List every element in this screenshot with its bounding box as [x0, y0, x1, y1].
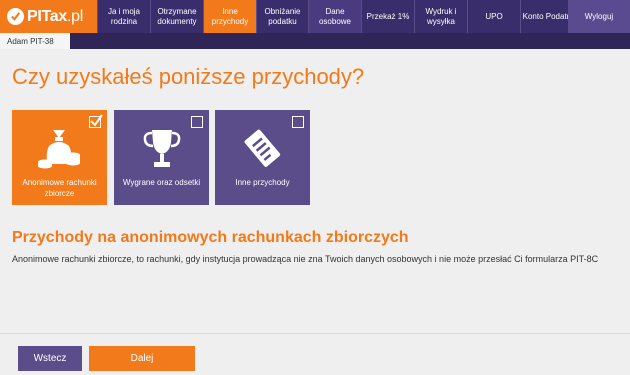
document-icon	[215, 124, 310, 174]
nav-item[interactable]: Wydruk i wysyłka	[414, 0, 467, 33]
nav-item[interactable]: UPO	[467, 0, 520, 33]
logout-button[interactable]: Wyloguj	[568, 0, 630, 33]
nav-item[interactable]: Obniżanie podatku	[256, 0, 308, 33]
tab-adam-pit38[interactable]: Adam PIT-38	[0, 33, 70, 49]
tile-wygrane-odsetki[interactable]: Wygrane oraz odsetki	[114, 110, 209, 205]
next-button[interactable]: Dalej	[89, 346, 195, 371]
check-icon	[7, 8, 24, 25]
nav-item[interactable]: Dane osobowe	[308, 0, 361, 33]
money-bag-icon	[12, 124, 107, 174]
tile-inne-przychody[interactable]: Inne przychody	[215, 110, 310, 205]
logo[interactable]: PITax.pl	[0, 0, 97, 33]
section-description: Anonimowe rachunki zbiorcze, to rachunki…	[12, 254, 599, 264]
nav-item[interactable]: Otrzymane dokumenty	[150, 0, 203, 33]
back-button[interactable]: Wstecz	[18, 346, 82, 371]
tile-label: Inne przychody	[235, 178, 290, 187]
tile-label: Wygrane oraz odsetki	[122, 178, 201, 187]
nav-item[interactable]: Inne przychody	[203, 0, 256, 33]
trophy-icon	[114, 124, 209, 174]
brand-name: PITax.pl	[27, 7, 84, 25]
tile-anonimowe-rachunki[interactable]: Anonimowe rachunki zbiorcze	[12, 110, 107, 205]
footer-divider	[0, 333, 630, 334]
main-nav: Ja i moja rodzina Otrzymane dokumenty Inne…	[97, 0, 583, 33]
section-title: Przychody na anonimowych rachunkach zbio…	[12, 229, 409, 246]
page-question: Czy uzyskałeś poniższe przychody?	[12, 64, 365, 89]
nav-item[interactable]: Przekaż 1%	[361, 0, 414, 33]
nav-item[interactable]: Ja i moja rodzina	[97, 0, 150, 33]
tile-label: Anonimowe rachunki zbiorcze	[22, 178, 97, 198]
top-navigation: PITax.pl Ja i moja rodzina Otrzymane doku…	[0, 0, 630, 33]
tab-strip: Adam PIT-38	[0, 33, 630, 49]
